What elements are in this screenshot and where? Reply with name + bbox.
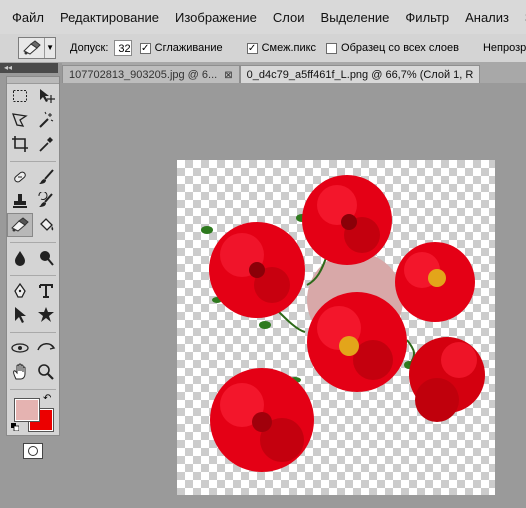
3d-orbit-icon[interactable] xyxy=(33,336,59,360)
toolbox: ↶ xyxy=(6,76,60,459)
document-tab-label: 107702813_903205.jpg @ 6... xyxy=(69,69,218,81)
antialias-checkbox[interactable]: ✓ Сглаживание xyxy=(139,42,223,54)
document-tab-bar: 107702813_903205.jpg @ 6... ⊠ 0_d4c79_a5… xyxy=(62,63,526,83)
tolerance-field[interactable]: 32 xyxy=(114,40,132,56)
menu-bar: Файл Редактирование Изображение Слои Выд… xyxy=(0,0,526,35)
tool-preset-picker[interactable]: ▼ xyxy=(18,37,56,59)
magic-wand-icon[interactable] xyxy=(33,108,59,132)
path-select-icon[interactable] xyxy=(7,303,33,327)
paint-bucket-icon[interactable] xyxy=(33,213,59,237)
healing-brush-icon[interactable] xyxy=(7,165,33,189)
hand-icon[interactable] xyxy=(7,360,33,384)
document-canvas[interactable] xyxy=(177,160,495,495)
menu-filter[interactable]: Фильтр xyxy=(397,10,457,25)
opacity-label: Непрозрачно xyxy=(482,42,526,54)
background-eraser-icon xyxy=(19,38,44,58)
menu-analysis[interactable]: Анализ xyxy=(457,10,517,25)
menu-layers[interactable]: Слои xyxy=(265,10,313,25)
contiguous-checkbox[interactable]: ✓ Смеж.пикс xyxy=(246,42,317,54)
3d-rotate-icon[interactable] xyxy=(7,336,33,360)
tools-panel-collapse[interactable]: ◂◂ xyxy=(0,63,58,73)
menu-edit[interactable]: Редактирование xyxy=(52,10,167,25)
menu-3d[interactable]: 3D xyxy=(517,10,526,25)
separator xyxy=(10,237,56,243)
marquee-icon[interactable] xyxy=(7,84,33,108)
background-eraser-icon[interactable] xyxy=(7,213,33,237)
toolbox-grip[interactable] xyxy=(7,77,59,84)
document-tab[interactable]: 107702813_903205.jpg @ 6... ⊠ xyxy=(62,65,240,83)
close-icon[interactable]: ⊠ xyxy=(224,67,232,83)
rose-image xyxy=(201,175,485,472)
dodge-icon[interactable] xyxy=(33,246,59,270)
contiguous-label: Смеж.пикс xyxy=(261,42,317,54)
checkbox-checked-icon: ✓ xyxy=(139,42,151,54)
sample-all-layers-label: Образец со всех слоев xyxy=(341,42,459,54)
pen-icon[interactable] xyxy=(7,279,33,303)
tolerance-label: Допуск: xyxy=(70,42,109,54)
menu-select[interactable]: Выделение xyxy=(313,10,398,25)
quick-mask-icon[interactable] xyxy=(23,443,43,459)
eyedropper-icon[interactable] xyxy=(33,132,59,156)
document-tab-label: 0_d4c79_a5ff461f_L.png @ 66,7% (Слой 1, … xyxy=(246,69,474,81)
clone-stamp-icon[interactable] xyxy=(7,189,33,213)
zoom-icon[interactable] xyxy=(33,360,59,384)
move-icon[interactable] xyxy=(33,84,59,108)
separator xyxy=(10,156,56,162)
document-tab-active[interactable]: 0_d4c79_a5ff461f_L.png @ 66,7% (Слой 1, … xyxy=(239,65,481,83)
history-brush-icon[interactable] xyxy=(33,189,59,213)
options-bar: ▼ Допуск: 32 ✓ Сглаживание ✓ Смеж.пикс О… xyxy=(0,34,526,63)
chevron-down-icon[interactable]: ▼ xyxy=(44,38,55,58)
separator xyxy=(10,327,56,333)
brush-icon[interactable] xyxy=(33,165,59,189)
separator xyxy=(10,270,56,276)
type-icon[interactable] xyxy=(33,279,59,303)
foreground-color-swatch[interactable] xyxy=(15,399,39,421)
blur-icon[interactable] xyxy=(7,246,33,270)
separator xyxy=(10,384,56,390)
antialias-label: Сглаживание xyxy=(154,42,223,54)
custom-shape-icon[interactable] xyxy=(33,303,59,327)
menu-image[interactable]: Изображение xyxy=(167,10,265,25)
lasso-icon[interactable] xyxy=(7,108,33,132)
crop-icon[interactable] xyxy=(7,132,33,156)
checkbox-unchecked-icon xyxy=(326,42,338,54)
swap-colors-icon[interactable]: ↶ xyxy=(43,393,51,404)
color-swatches: ↶ xyxy=(7,393,59,437)
sample-all-layers-checkbox[interactable]: Образец со всех слоев xyxy=(326,42,459,54)
menu-file[interactable]: Файл xyxy=(0,10,52,25)
checkbox-checked-icon: ✓ xyxy=(246,42,258,54)
default-colors-icon[interactable] xyxy=(11,423,19,431)
